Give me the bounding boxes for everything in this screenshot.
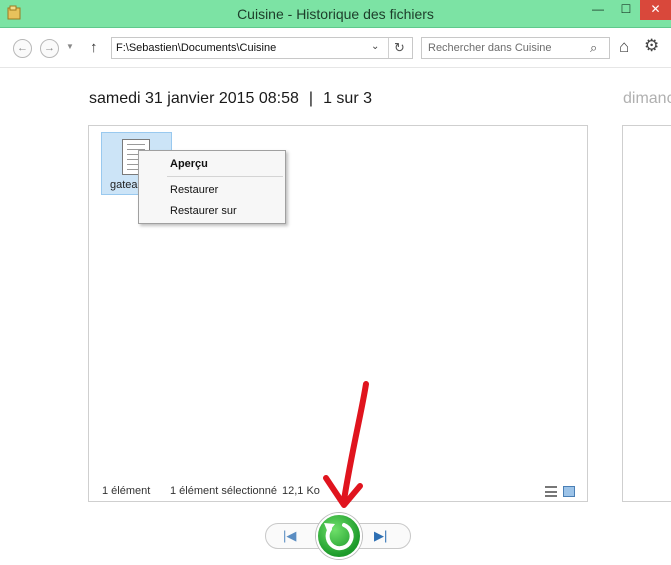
up-button[interactable]: ↑ (90, 39, 98, 56)
status-selected-size: 12,1 Ko (282, 485, 320, 497)
menu-item-restaurer[interactable]: Restaurer (170, 184, 218, 196)
menu-divider (167, 176, 283, 177)
arrow-left-icon: ← (17, 42, 28, 54)
search-placeholder[interactable]: Rechercher dans Cuisine (428, 42, 552, 54)
restore-icon (324, 523, 354, 551)
large-icons-view-icon[interactable] (563, 486, 575, 497)
title-bar: Cuisine - Historique des fichiers — ☐ ✕ (0, 0, 671, 28)
view-switcher (545, 484, 581, 502)
next-snapshot-panel[interactable] (622, 125, 671, 502)
refresh-icon[interactable]: ↻ (394, 40, 405, 56)
home-icon[interactable]: ⌂ (619, 37, 629, 57)
menu-item-apercu[interactable]: Aperçu (170, 158, 208, 170)
next-version-button[interactable]: ▶| (374, 528, 387, 544)
address-text[interactable]: F:\Sebastien\Documents\Cuisine (116, 42, 276, 54)
status-selected-count: 1 élément sélectionné (170, 485, 278, 497)
restore-button[interactable] (316, 513, 362, 559)
window-title: Cuisine - Historique des fichiers (237, 6, 434, 22)
next-snapshot-date[interactable]: dimanc (623, 90, 671, 108)
search-box[interactable]: Rechercher dans Cuisine ⌕ (421, 37, 610, 59)
address-dropdown-icon[interactable]: ⌄ (371, 41, 379, 52)
menu-item-restaurer-sur[interactable]: Restaurer sur (170, 205, 237, 217)
gear-icon[interactable]: ⚙ (644, 36, 659, 56)
file-name: gatea (110, 179, 138, 191)
details-view-icon[interactable] (545, 486, 557, 497)
heading-separator: | (308, 90, 314, 107)
address-bar[interactable]: F:\Sebastien\Documents\Cuisine ⌄ ↻ (111, 37, 413, 59)
navigation-bar: ← → ▼ ↑ F:\Sebastien\Documents\Cuisine ⌄… (0, 28, 671, 68)
status-item-count: 1 élément (102, 485, 151, 497)
previous-version-button[interactable]: |◀ (283, 528, 296, 544)
arrow-right-icon: → (44, 42, 55, 54)
close-button[interactable]: ✕ (640, 0, 671, 20)
forward-button[interactable]: → (40, 39, 59, 58)
recent-locations-dropdown[interactable]: ▼ (66, 42, 74, 51)
snapshot-position: 1 sur 3 (323, 90, 372, 107)
minimize-button[interactable]: — (584, 0, 612, 20)
maximize-button[interactable]: ☐ (612, 0, 640, 20)
search-icon[interactable]: ⌕ (590, 40, 597, 56)
back-button[interactable]: ← (13, 39, 32, 58)
context-menu: Aperçu Restaurer Restaurer sur (138, 150, 286, 224)
address-divider (388, 38, 389, 58)
snapshot-date: samedi 31 janvier 2015 08:58 (89, 90, 299, 107)
snapshot-heading: samedi 31 janvier 2015 08:58 | 1 sur 3 (89, 90, 372, 108)
